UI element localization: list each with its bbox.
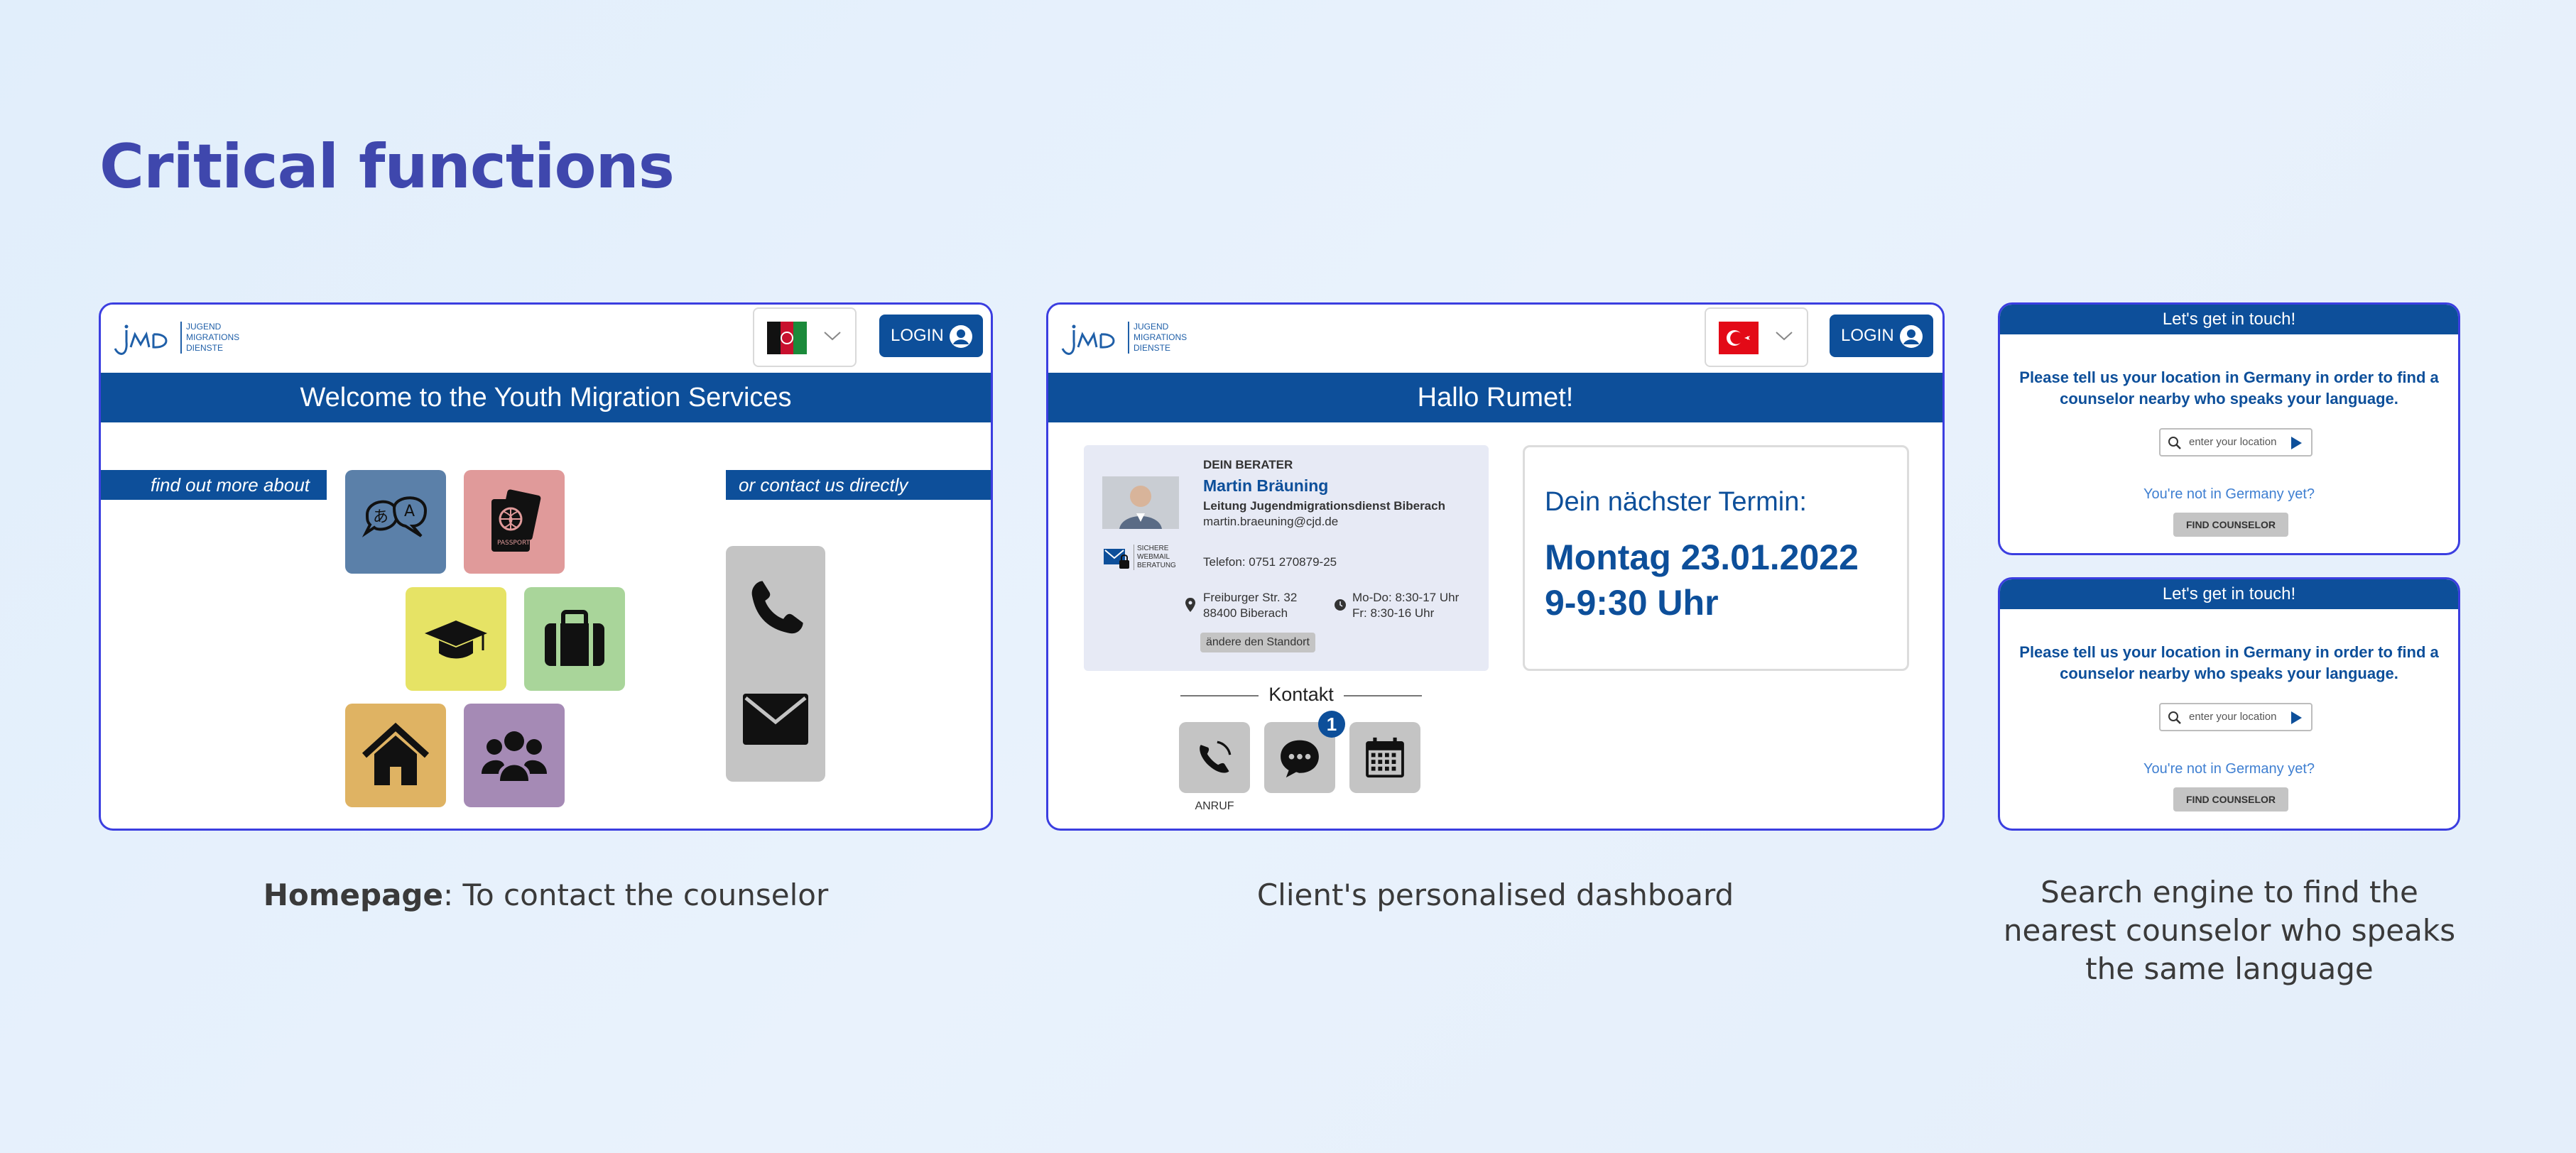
kontakt-label: Kontakt <box>1259 684 1344 706</box>
panel-header: Let's get in touch! <box>2000 579 2458 609</box>
location-input[interactable]: enter your location <box>2159 428 2313 457</box>
appointment-label: Dein nächster Termin: <box>1545 487 1807 517</box>
language-selector[interactable] <box>753 307 857 367</box>
find-counselor-button[interactable]: FIND COUNSELOR <box>2173 513 2288 537</box>
find-counselor-button[interactable]: FIND COUNSELOR <box>2173 787 2288 812</box>
search-icon <box>2168 437 2181 449</box>
mail-icon[interactable] <box>741 692 810 746</box>
find-out-more-label: find out more about <box>101 470 327 500</box>
chat-badge: 1 <box>1318 711 1345 738</box>
direct-contact-panel <box>726 546 825 782</box>
house-icon <box>362 722 430 785</box>
not-in-germany-link[interactable]: You're not in Germany yet? <box>2000 486 2458 503</box>
header: JUGEND MIGRATIONS DIENSTE LOGIN <box>101 305 991 373</box>
greeting-banner: Hallo Rumet! <box>1048 373 1942 422</box>
contact-directly-label: or contact us directly <box>726 470 991 500</box>
chevron-down-icon <box>824 332 841 341</box>
secure-webmail-label: SICHERE WEBMAIL BERATUNG <box>1134 545 1176 570</box>
advisor-role: Leitung Jugendmigrationsdienst Biberach <box>1203 499 1445 513</box>
secure-mail-icon[interactable] <box>1102 546 1131 570</box>
svg-text:A: A <box>404 503 415 520</box>
briefcase-icon <box>545 610 604 666</box>
call-label: ANRUF <box>1195 800 1234 812</box>
page-title: Critical functions <box>99 131 675 202</box>
language-selector[interactable] <box>1705 307 1808 367</box>
counselor-search-panel-1: Let's get in touch! Please tell us your … <box>1998 302 2460 555</box>
phone-handset-icon <box>1200 741 1232 773</box>
logo-text: JUGEND MIGRATIONS DIENSTE <box>1128 322 1187 354</box>
tile-community[interactable] <box>464 704 565 807</box>
tile-housing[interactable] <box>345 704 446 807</box>
jmd-logo[interactable]: JUGEND MIGRATIONS DIENSTE <box>109 320 244 360</box>
svg-text:あ: あ <box>373 508 388 526</box>
homepage-caption: Homepage: To contact the counselor <box>263 878 829 912</box>
user-icon <box>1900 325 1923 348</box>
chevron-down-icon <box>1776 332 1793 341</box>
jmd-logo[interactable]: JUGEND MIGRATIONS DIENSTE <box>1057 320 1192 360</box>
counselor-search-panel-2: Let's get in touch! Please tell us your … <box>1998 577 2460 831</box>
appointment-time: 9-9:30 Uhr <box>1545 583 1719 623</box>
opening-hours: Mo-Do: 8:30-17 Uhr Fr: 8:30-16 Uhr <box>1352 591 1460 620</box>
graduation-cap-icon <box>425 621 487 659</box>
welcome-banner: Welcome to the Youth Migration Services <box>101 373 991 422</box>
play-arrow-icon[interactable] <box>2290 436 2303 450</box>
location-input[interactable]: enter your location <box>2159 703 2313 731</box>
advisor-name: Martin Bräuning <box>1203 476 1329 495</box>
chat-bubble-icon <box>1281 740 1319 778</box>
tile-work[interactable] <box>524 587 625 691</box>
login-button[interactable]: LOGIN <box>1830 315 1933 357</box>
next-appointment-card: Dein nächster Termin: Montag 23.01.2022 … <box>1523 445 1909 671</box>
advisor-phone[interactable]: Telefon: 0751 270879-25 <box>1203 555 1337 569</box>
advisor-heading: DEIN BERATER <box>1203 458 1293 471</box>
location-pin-icon <box>1185 598 1195 612</box>
not-in-germany-link[interactable]: You're not in Germany yet? <box>2000 761 2458 777</box>
panel-message: Please tell us your location in Germany … <box>2019 643 2439 682</box>
user-icon <box>950 325 972 348</box>
translate-icon: あ A <box>362 496 428 537</box>
svg-text:PASSPORT: PASSPORT <box>497 540 531 547</box>
advisor-photo <box>1102 476 1179 529</box>
tile-translate[interactable]: あ A <box>345 470 446 574</box>
tile-passport[interactable]: PASSPORT <box>464 470 565 574</box>
search-icon <box>2168 711 2181 724</box>
panel-message: Please tell us your location in Germany … <box>2019 368 2439 408</box>
panel-header: Let's get in touch! <box>2000 305 2458 334</box>
jmd-logo-mark <box>1061 324 1115 355</box>
clock-icon <box>1335 599 1346 611</box>
phone-icon[interactable] <box>743 576 808 641</box>
call-button[interactable] <box>1179 722 1250 793</box>
search-caption: Search engine to find the nearest counse… <box>2003 875 2456 986</box>
passport-icon: PASSPORT <box>491 489 541 552</box>
calendar-button[interactable] <box>1349 722 1420 793</box>
appointment-date: Montag 23.01.2022 <box>1545 537 1859 577</box>
advisor-card: SICHERE WEBMAIL BERATUNG DEIN BERATER Ma… <box>1084 445 1489 671</box>
advisor-email[interactable]: martin.braeuning@cjd.de <box>1203 515 1338 529</box>
dashboard-screenshot: JUGEND MIGRATIONS DIENSTE LOGIN Hallo Ru… <box>1046 302 1945 831</box>
homepage-screenshot: JUGEND MIGRATIONS DIENSTE LOGIN Welcome … <box>99 302 993 831</box>
jmd-logo-mark <box>114 324 168 355</box>
login-button[interactable]: LOGIN <box>879 315 983 357</box>
header: JUGEND MIGRATIONS DIENSTE LOGIN <box>1048 305 1942 373</box>
tile-education[interactable] <box>406 587 506 691</box>
calendar-icon <box>1366 737 1404 778</box>
logo-text: JUGEND MIGRATIONS DIENSTE <box>180 322 239 354</box>
people-icon <box>482 731 547 781</box>
advisor-address: Freiburger Str. 32 88400 Biberach <box>1203 591 1298 620</box>
turkey-flag-icon <box>1719 322 1759 354</box>
change-location-button[interactable]: ändere den Standort <box>1200 633 1315 652</box>
afghanistan-flag-icon <box>767 322 807 354</box>
dashboard-caption: Client's personalised dashboard <box>1256 878 1734 912</box>
play-arrow-icon[interactable] <box>2290 711 2303 725</box>
